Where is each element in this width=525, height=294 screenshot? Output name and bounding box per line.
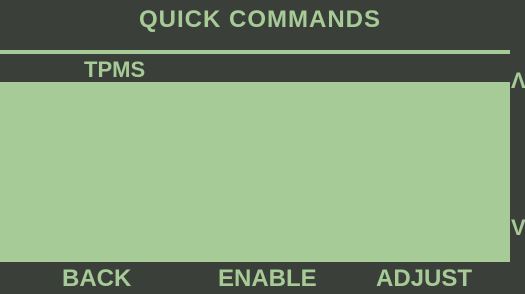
chevron-down-icon[interactable]: V <box>511 217 525 239</box>
lcd-screen: QUICK COMMANDS TPMS Λ V BACK ENABLE ADJU… <box>0 0 525 294</box>
page-title: QUICK COMMANDS <box>139 6 381 33</box>
back-button[interactable]: BACK <box>62 264 131 294</box>
list-item-tpms[interactable]: TPMS <box>84 58 145 82</box>
scrollbar-frame <box>510 0 525 294</box>
adjust-button[interactable]: ADJUST <box>376 264 472 294</box>
chevron-up-icon[interactable]: Λ <box>511 70 525 92</box>
selected-list-item-bar[interactable] <box>0 58 510 82</box>
list-content-area <box>6 82 506 260</box>
enable-button[interactable]: ENABLE <box>218 264 317 294</box>
